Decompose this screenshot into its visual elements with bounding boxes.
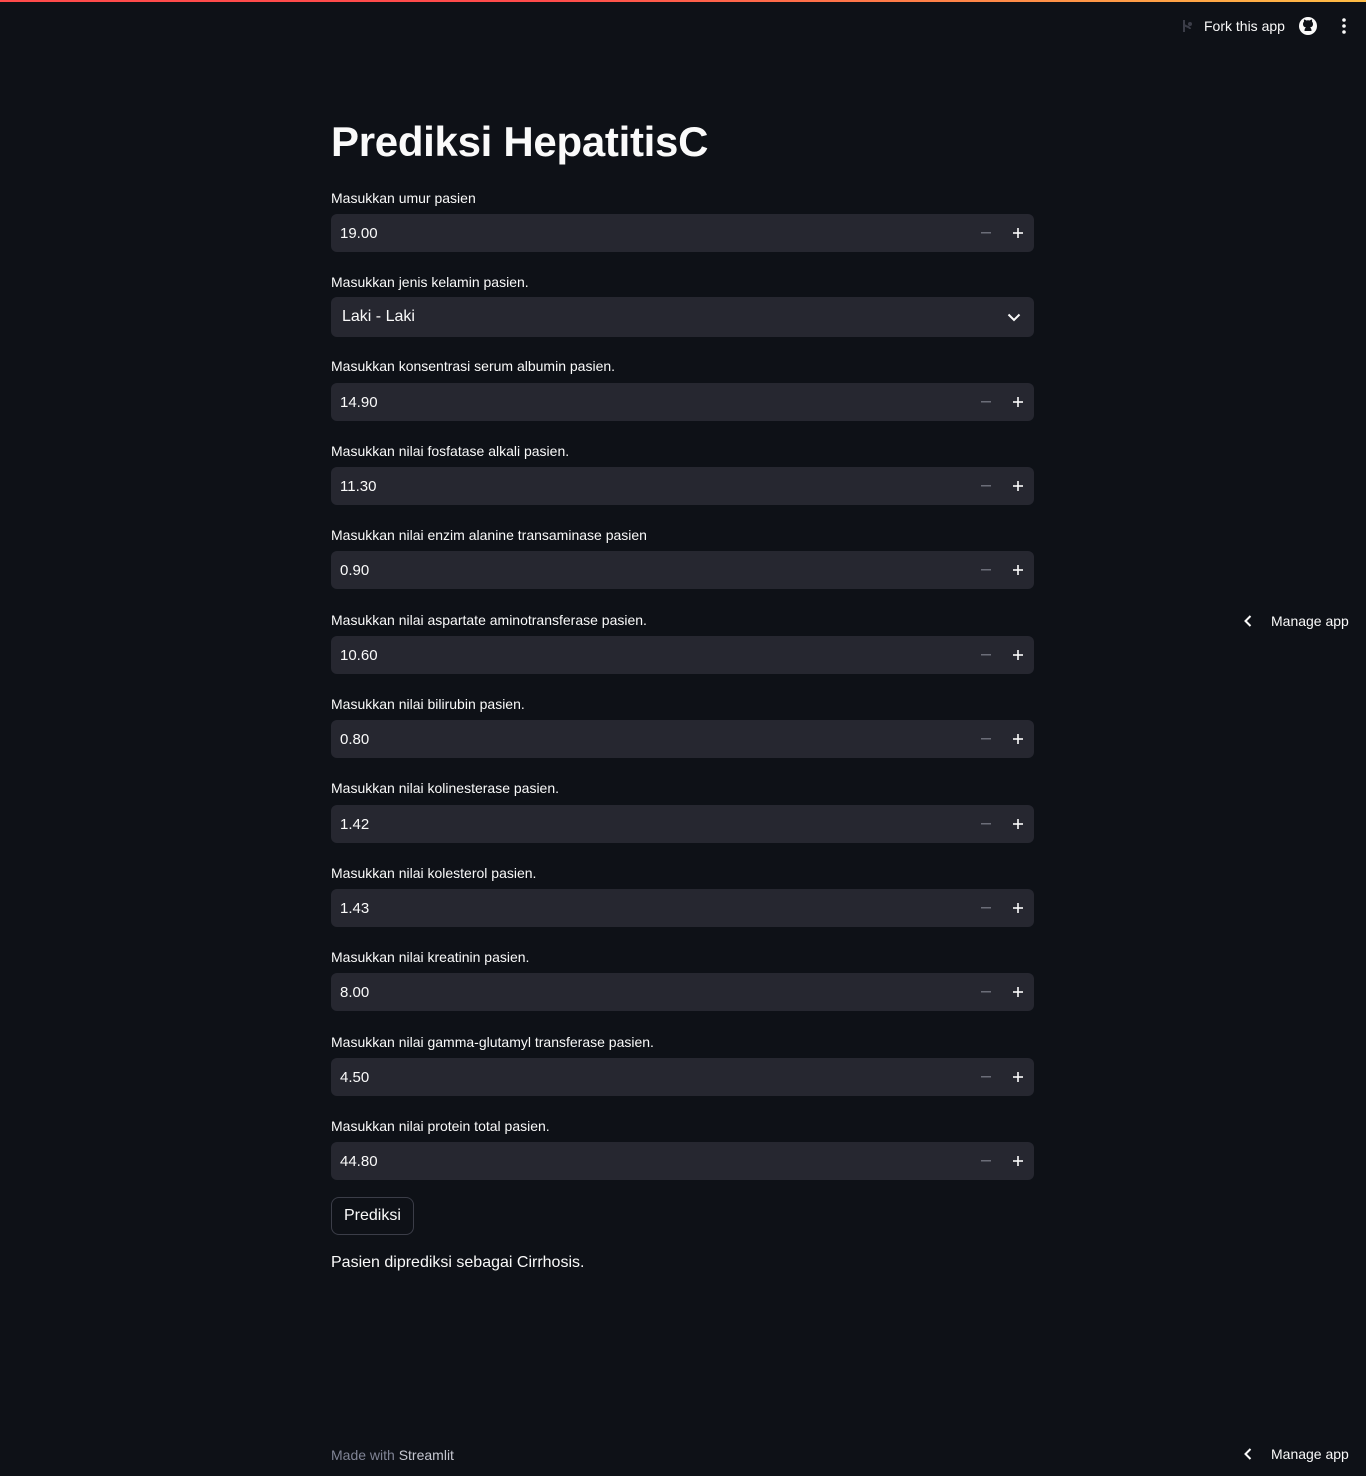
che-field: Masukkan nilai kolinesterase pasien. 1.4… <box>331 777 1034 843</box>
chol-decrement-button[interactable] <box>970 889 1002 927</box>
ggt-field: Masukkan nilai gamma-glutamyl transferas… <box>331 1031 1034 1096</box>
manage-app-label: Manage app <box>1271 1446 1349 1462</box>
manage-app-label: Manage app <box>1271 613 1349 629</box>
ast-label: Masukkan nilai aspartate aminotransferas… <box>331 612 647 628</box>
prot-decrement-button[interactable] <box>970 1142 1002 1180</box>
prot-input[interactable]: 44.80 <box>331 1142 1034 1180</box>
ast-decrement-button[interactable] <box>970 636 1002 674</box>
bilirubin-value[interactable]: 0.80 <box>331 731 970 748</box>
albumin-label: Masukkan konsentrasi serum albumin pasie… <box>331 358 616 374</box>
albumin-input[interactable]: 14.90 <box>331 383 1034 421</box>
sex-field: Masukkan jenis kelamin pasien. Laki - La… <box>331 271 1034 337</box>
prot-field: Masukkan nilai protein total pasien. 44.… <box>331 1115 1034 1180</box>
crea-label: Masukkan nilai kreatinin pasien. <box>331 949 530 965</box>
age-input[interactable]: 19.00 <box>331 214 1034 252</box>
che-decrement-button[interactable] <box>970 805 1002 843</box>
github-icon[interactable] <box>1298 16 1318 36</box>
age-label: Masukkan umur pasien <box>331 190 476 206</box>
ast-input[interactable]: 10.60 <box>331 636 1034 674</box>
page-title: Prediksi HepatitisC <box>331 118 709 165</box>
chol-input[interactable]: 1.43 <box>331 889 1034 927</box>
fork-icon <box>1180 18 1196 34</box>
alp-value[interactable]: 11.30 <box>331 478 970 495</box>
ggt-value[interactable]: 4.50 <box>331 1069 970 1086</box>
footer-prefix: Made with <box>331 1447 395 1463</box>
alt-field: Masukkan nilai enzim alanine transaminas… <box>331 524 1034 589</box>
ast-value[interactable]: 10.60 <box>331 647 970 664</box>
bilirubin-label: Masukkan nilai bilirubin pasien. <box>331 696 525 712</box>
age-field: Masukkan umur pasien 19.00 <box>331 187 1034 252</box>
alp-input[interactable]: 11.30 <box>331 467 1034 505</box>
che-value[interactable]: 1.42 <box>331 816 970 833</box>
manage-app-button[interactable]: Manage app <box>1240 610 1349 632</box>
alt-value[interactable]: 0.90 <box>331 562 970 579</box>
crea-field: Masukkan nilai kreatinin pasien. 8.00 <box>331 946 1034 1011</box>
che-label: Masukkan nilai kolinesterase pasien. <box>331 780 560 796</box>
ast-increment-button[interactable] <box>1002 636 1034 674</box>
crea-increment-button[interactable] <box>1002 973 1034 1011</box>
albumin-decrement-button[interactable] <box>970 383 1002 421</box>
alp-field: Masukkan nilai fosfatase alkali pasien. … <box>331 440 1034 505</box>
chevron-left-icon <box>1240 613 1256 629</box>
bilirubin-field: Masukkan nilai bilirubin pasien. 0.80 <box>331 693 1034 758</box>
alt-decrement-button[interactable] <box>970 551 1002 589</box>
sex-select[interactable]: Laki - Laki <box>331 297 1034 337</box>
fork-app-button[interactable]: Fork this app <box>1180 16 1285 36</box>
prot-label: Masukkan nilai protein total pasien. <box>331 1118 550 1134</box>
chevron-left-icon <box>1240 1446 1256 1462</box>
ast-field: Masukkan nilai aspartate aminotransferas… <box>331 609 1034 674</box>
age-decrement-button[interactable] <box>970 214 1002 252</box>
prediction-result: Pasien diprediksi sebagai Cirrhosis. <box>331 1254 585 1271</box>
fork-label: Fork this app <box>1204 18 1285 34</box>
manage-app-button-bottom[interactable]: Manage app <box>1240 1443 1349 1465</box>
ggt-increment-button[interactable] <box>1002 1058 1034 1096</box>
alt-increment-button[interactable] <box>1002 551 1034 589</box>
prot-value[interactable]: 44.80 <box>331 1153 970 1170</box>
alt-input[interactable]: 0.90 <box>331 551 1034 589</box>
footer: Made with Streamlit <box>331 1447 454 1463</box>
chol-value[interactable]: 1.43 <box>331 900 970 917</box>
bilirubin-increment-button[interactable] <box>1002 720 1034 758</box>
albumin-value[interactable]: 14.90 <box>331 394 970 411</box>
chol-increment-button[interactable] <box>1002 889 1034 927</box>
ggt-input[interactable]: 4.50 <box>331 1058 1034 1096</box>
age-value[interactable]: 19.00 <box>331 225 970 242</box>
footer-brand-link[interactable]: Streamlit <box>399 1447 454 1463</box>
bilirubin-decrement-button[interactable] <box>970 720 1002 758</box>
chol-field: Masukkan nilai kolesterol pasien. 1.43 <box>331 862 1034 927</box>
crea-value[interactable]: 8.00 <box>331 984 970 1001</box>
kebab-menu-icon[interactable] <box>1334 16 1354 36</box>
alt-label: Masukkan nilai enzim alanine transaminas… <box>331 527 647 543</box>
albumin-increment-button[interactable] <box>1002 383 1034 421</box>
crea-decrement-button[interactable] <box>970 973 1002 1011</box>
alp-label: Masukkan nilai fosfatase alkali pasien. <box>331 443 570 459</box>
alp-decrement-button[interactable] <box>970 467 1002 505</box>
che-input[interactable]: 1.42 <box>331 805 1034 843</box>
predict-button[interactable]: Prediksi <box>331 1197 414 1235</box>
sex-label: Masukkan jenis kelamin pasien. <box>331 274 529 290</box>
chol-label: Masukkan nilai kolesterol pasien. <box>331 865 537 881</box>
ggt-decrement-button[interactable] <box>970 1058 1002 1096</box>
bilirubin-input[interactable]: 0.80 <box>331 720 1034 758</box>
alp-increment-button[interactable] <box>1002 467 1034 505</box>
prot-increment-button[interactable] <box>1002 1142 1034 1180</box>
sex-value: Laki - Laki <box>342 308 415 325</box>
albumin-field: Masukkan konsentrasi serum albumin pasie… <box>331 355 1034 421</box>
ggt-label: Masukkan nilai gamma-glutamyl transferas… <box>331 1034 654 1050</box>
crea-input[interactable]: 8.00 <box>331 973 1034 1011</box>
chevron-down-icon[interactable] <box>994 297 1034 337</box>
age-increment-button[interactable] <box>1002 214 1034 252</box>
app-header: Fork this app <box>0 2 1366 48</box>
che-increment-button[interactable] <box>1002 805 1034 843</box>
